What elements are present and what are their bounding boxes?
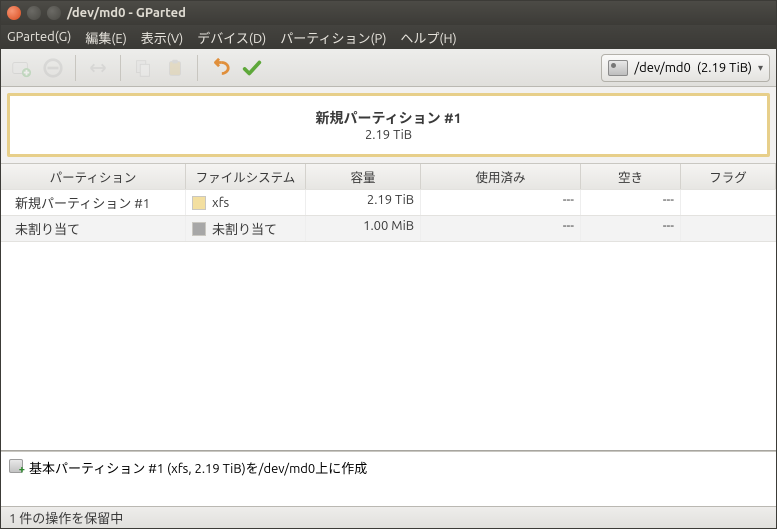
window-title: /dev/md0 - GParted: [67, 6, 186, 20]
titlebar: /dev/md0 - GParted: [1, 1, 776, 25]
cell-flags: [681, 216, 776, 241]
col-filesystem[interactable]: ファイルシステム: [186, 164, 306, 189]
table-row[interactable]: 未割り当て 未割り当て 1.00 MiB --- ---: [1, 216, 776, 242]
cell-partition: 新規パーティション #1: [1, 190, 186, 215]
device-selector[interactable]: /dev/md0 (2.19 TiB) ▾: [601, 54, 770, 82]
menu-edit[interactable]: 編集(E): [85, 28, 126, 47]
col-used[interactable]: 使用済み: [421, 164, 581, 189]
toolbar: /dev/md0 (2.19 TiB) ▾: [1, 49, 776, 87]
cell-free: ---: [581, 216, 681, 241]
menu-view[interactable]: 表示(V): [141, 28, 183, 47]
new-partition-button: [7, 54, 35, 82]
paste-button: [161, 54, 189, 82]
col-flags[interactable]: フラグ: [681, 164, 776, 189]
window-minimize-button[interactable]: [27, 6, 41, 20]
window-maximize-button[interactable]: [47, 6, 61, 20]
status-text: 1 件の操作を保留中: [9, 508, 123, 527]
toolbar-separator: [75, 55, 76, 81]
operation-text[interactable]: 基本パーティション #1 (xfs, 2.19 TiB)を/dev/md0上に作…: [29, 458, 367, 477]
status-bar: 1 件の操作を保留中: [1, 506, 776, 528]
menu-device[interactable]: デバイス(D): [197, 28, 266, 47]
col-partition[interactable]: パーティション: [1, 164, 186, 189]
device-size: (2.19 TiB): [697, 61, 752, 75]
cell-free: ---: [581, 190, 681, 215]
menu-help[interactable]: ヘルプ(H): [400, 28, 456, 47]
window-close-button[interactable]: [7, 6, 21, 20]
hdd-icon: [608, 60, 628, 76]
menu-gparted[interactable]: GParted(G): [7, 30, 71, 44]
cell-flags: [681, 190, 776, 215]
cell-used: ---: [421, 216, 581, 241]
cell-used: ---: [421, 190, 581, 215]
cell-size: 2.19 TiB: [306, 190, 421, 215]
col-size[interactable]: 容量: [306, 164, 421, 189]
cell-filesystem: 未割り当て: [186, 216, 306, 241]
col-free[interactable]: 空き: [581, 164, 681, 189]
copy-button: [129, 54, 157, 82]
cell-size: 1.00 MiB: [306, 216, 421, 241]
partition-table: パーティション ファイルシステム 容量 使用済み 空き フラグ 新規パーティショ…: [1, 164, 776, 451]
create-partition-icon: [9, 459, 23, 473]
visual-partition-size: 2.19 TiB: [365, 128, 412, 142]
partition-visual[interactable]: 新規パーティション #1 2.19 TiB: [7, 93, 770, 157]
fs-swatch-unallocated: [192, 222, 206, 236]
apply-button[interactable]: [238, 54, 266, 82]
visual-partition-name: 新規パーティション #1: [315, 108, 461, 128]
partition-visual-wrap: 新規パーティション #1 2.19 TiB: [1, 87, 776, 164]
undo-button[interactable]: [206, 54, 234, 82]
menubar: GParted(G) 編集(E) 表示(V) デバイス(D) パーティション(P…: [1, 25, 776, 49]
delete-partition-button: [39, 54, 67, 82]
table-header: パーティション ファイルシステム 容量 使用済み 空き フラグ: [1, 164, 776, 190]
cell-filesystem: xfs: [186, 190, 306, 215]
resize-move-button: [84, 54, 112, 82]
fs-swatch-xfs: [192, 196, 206, 210]
cell-partition: 未割り当て: [1, 216, 186, 241]
toolbar-separator: [197, 55, 198, 81]
pending-operations: 基本パーティション #1 (xfs, 2.19 TiB)を/dev/md0上に作…: [1, 451, 776, 506]
table-row[interactable]: 新規パーティション #1 xfs 2.19 TiB --- ---: [1, 190, 776, 216]
toolbar-separator: [120, 55, 121, 81]
device-path: /dev/md0: [634, 61, 690, 75]
menu-partition[interactable]: パーティション(P): [280, 28, 386, 47]
chevron-down-icon: ▾: [758, 62, 763, 74]
